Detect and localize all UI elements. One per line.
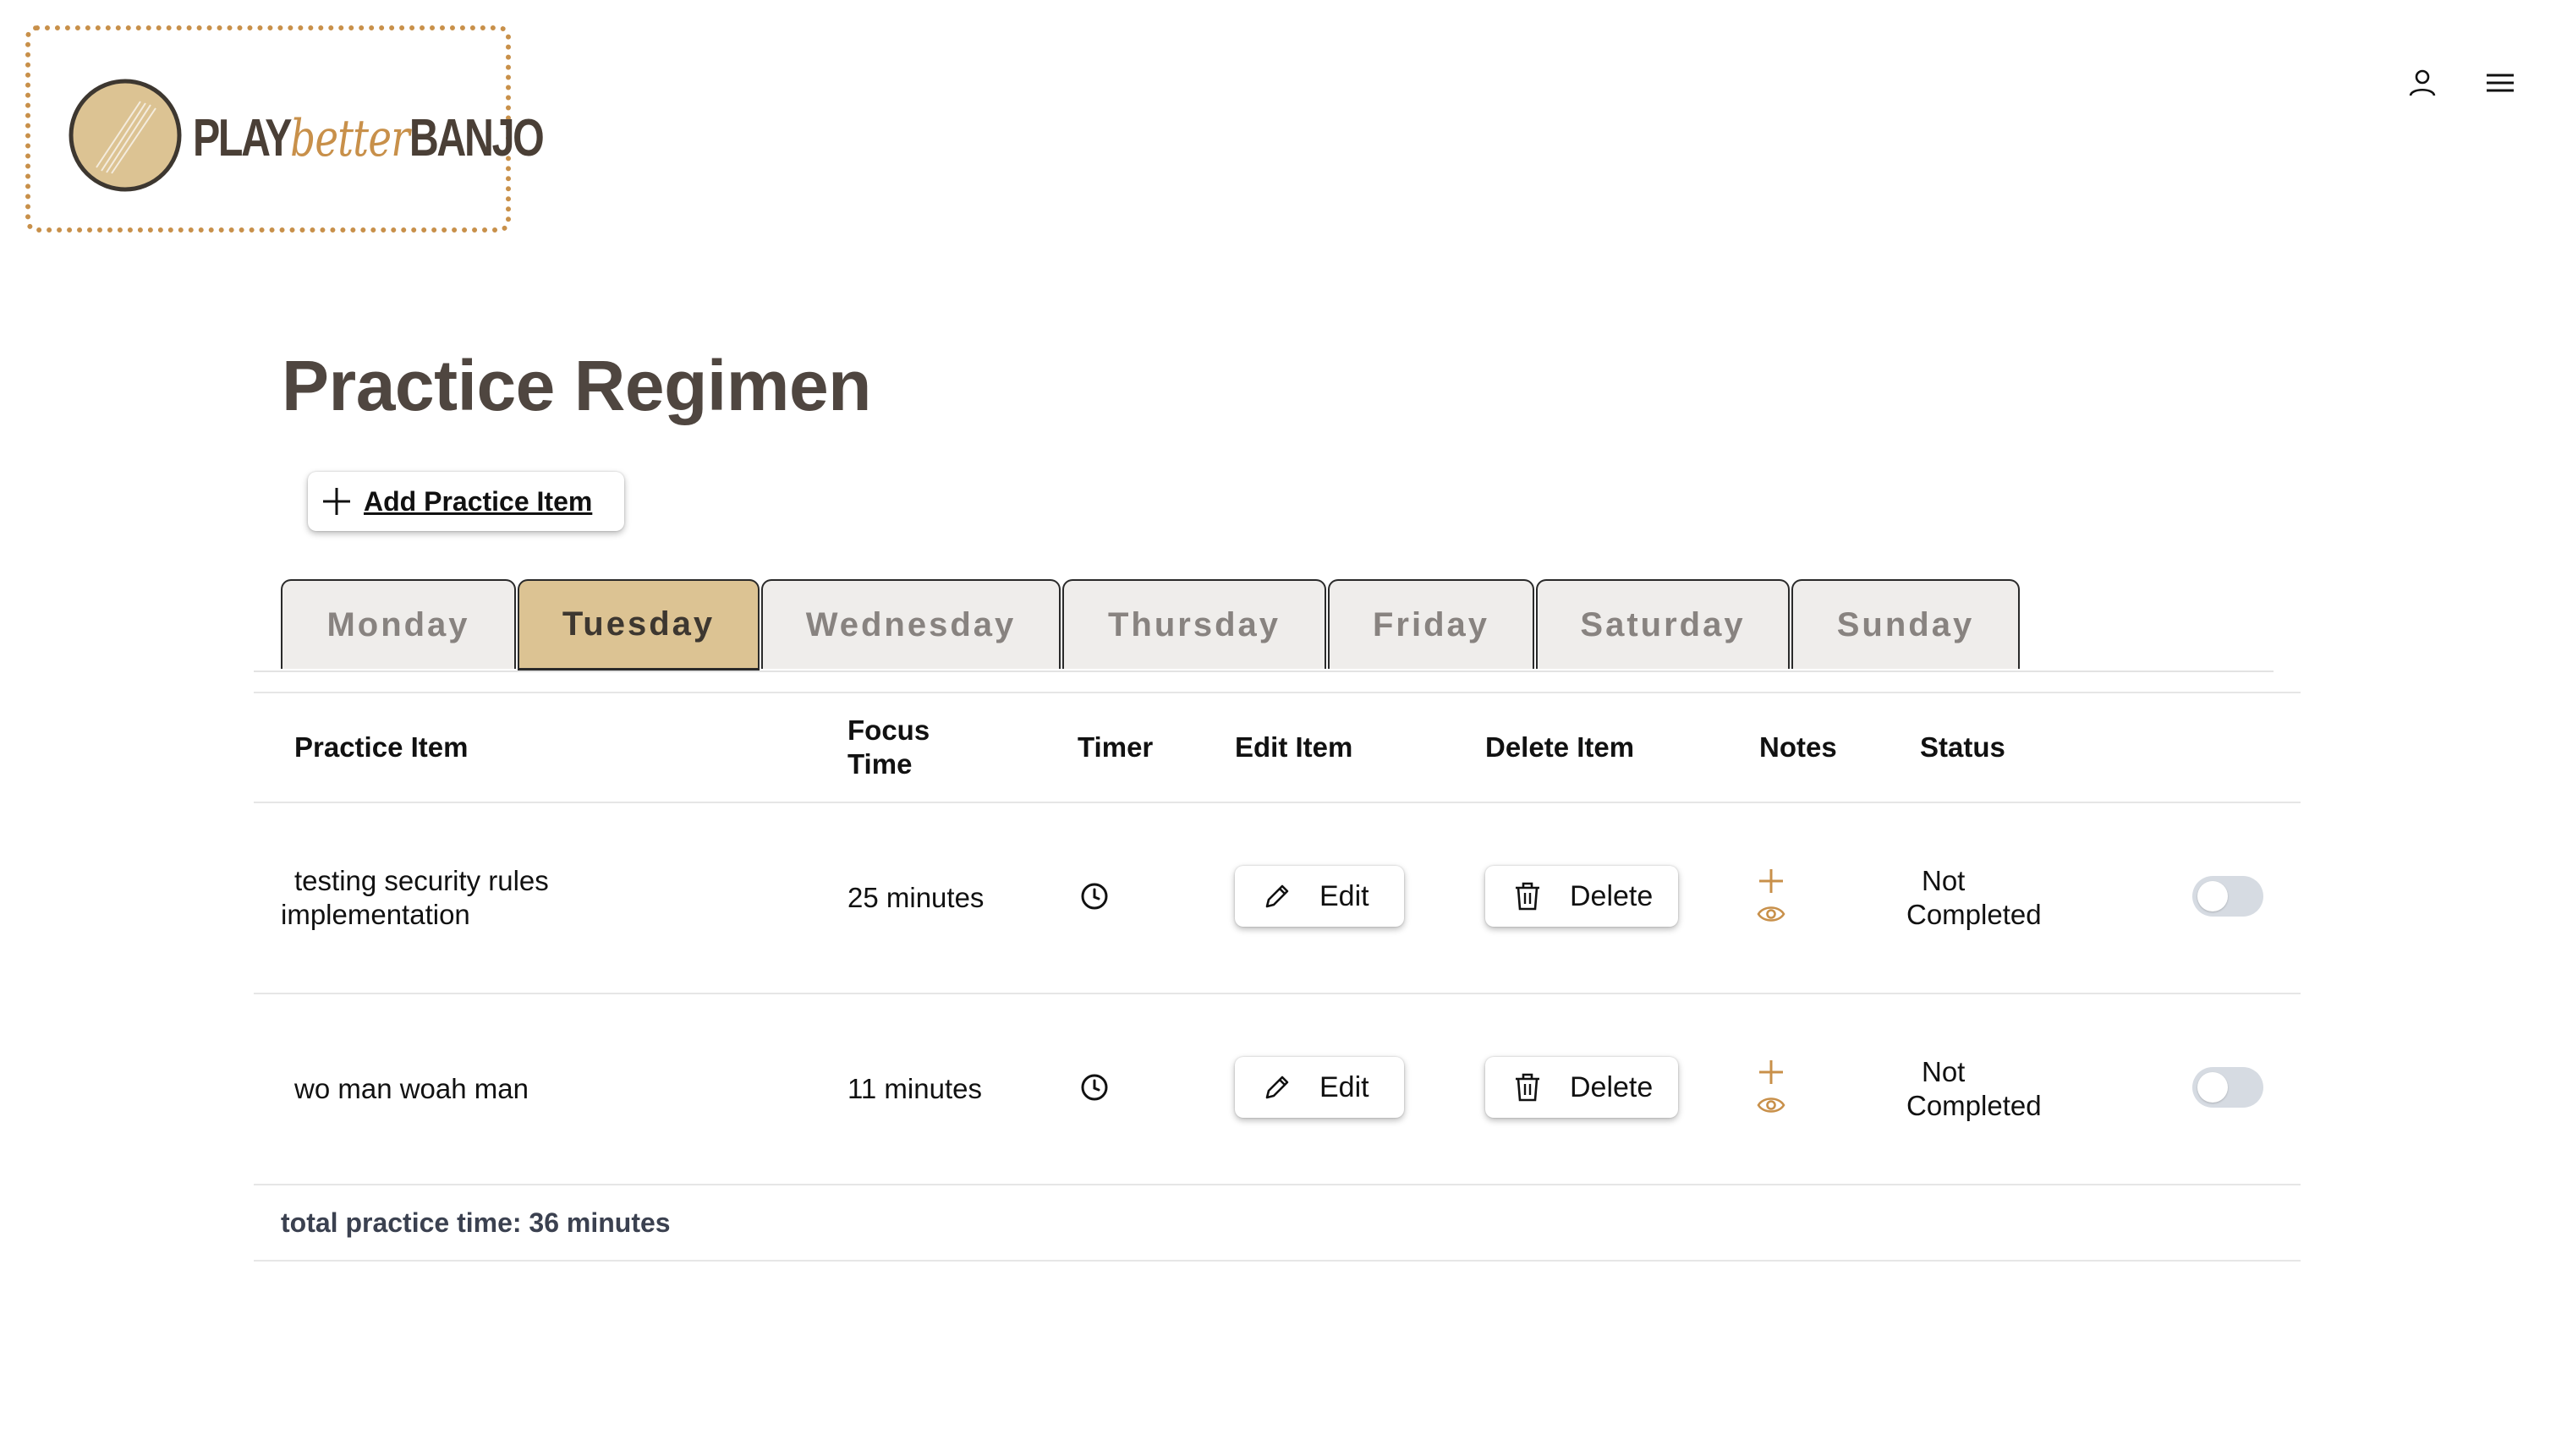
row-divider: [254, 993, 2301, 994]
add-practice-item-label: Add Practice Item: [364, 485, 593, 517]
add-note-plus-icon[interactable]: [1756, 1057, 1786, 1087]
focus-time: 25 minutes: [847, 882, 985, 913]
logo-container[interactable]: PLAYbetterBANJO: [25, 25, 545, 233]
add-practice-item-button[interactable]: Add Practice Item: [308, 472, 624, 531]
table-bottom-border: [254, 1260, 2301, 1262]
status-line2: Completed: [1906, 1090, 2042, 1121]
tab-saturday[interactable]: Saturday: [1536, 579, 1790, 669]
pencil-icon: [1265, 884, 1289, 908]
pencil-icon: [1265, 1076, 1289, 1099]
status-line2: Completed: [1906, 899, 2042, 930]
clock-icon[interactable]: [1079, 881, 1110, 911]
header-timer: Timer: [1078, 731, 1154, 763]
delete-button-label: Delete: [1570, 879, 1654, 912]
header-practice-item: Practice Item: [294, 731, 469, 763]
tab-monday[interactable]: Monday: [281, 579, 516, 669]
banjo-logo-icon: [69, 79, 182, 192]
completion-toggle[interactable]: [2192, 876, 2263, 917]
header-focus-time-line1: Focus: [847, 714, 930, 746]
header-focus-time: Focus Time: [847, 714, 930, 781]
add-note-plus-icon[interactable]: [1756, 866, 1786, 896]
edit-button[interactable]: Edit: [1235, 1057, 1404, 1118]
table-top-border: [254, 692, 2301, 693]
brand-word-better: better: [290, 109, 409, 168]
practice-item-name-line1: testing security rules: [294, 865, 549, 896]
focus-time: 11 minutes: [847, 1073, 982, 1104]
user-icon[interactable]: [2405, 66, 2439, 100]
edit-button-label: Edit: [1319, 879, 1369, 912]
header-notes: Notes: [1759, 731, 1837, 763]
tabs-divider: [254, 671, 2274, 672]
header-delete-item: Delete Item: [1485, 731, 1635, 763]
clock-icon[interactable]: [1079, 1072, 1110, 1103]
edit-button-label: Edit: [1319, 1070, 1369, 1103]
completion-toggle[interactable]: [2192, 1067, 2263, 1108]
total-practice-time: total practice time: 36 minutes: [281, 1207, 671, 1238]
view-notes-eye-icon[interactable]: [1756, 1092, 1786, 1118]
row-divider: [254, 1184, 2301, 1185]
brand-word-play: PLAY: [193, 109, 293, 167]
tab-thursday[interactable]: Thursday: [1062, 579, 1326, 669]
tab-friday[interactable]: Friday: [1328, 579, 1534, 669]
practice-item-name-line2: implementation: [281, 899, 470, 930]
plus-icon: [323, 488, 350, 515]
tab-tuesday[interactable]: Tuesday: [518, 579, 760, 671]
brand-word-banjo: BANJO: [409, 109, 545, 167]
delete-button[interactable]: Delete: [1485, 866, 1678, 927]
trash-icon: [1516, 882, 1539, 911]
status-line1: Not: [1922, 865, 1966, 896]
delete-button-label: Delete: [1570, 1070, 1654, 1103]
hamburger-menu-icon[interactable]: [2483, 66, 2517, 100]
day-tabs: Monday Tuesday Wednesday Thursday Friday…: [281, 579, 2021, 671]
edit-button[interactable]: Edit: [1235, 866, 1404, 927]
status-text: Not Completed: [1906, 864, 2042, 932]
header-edit-item: Edit Item: [1235, 731, 1353, 763]
practice-item-name: wo man woah man: [294, 1073, 529, 1104]
header-status: Status: [1920, 731, 2005, 763]
delete-button[interactable]: Delete: [1485, 1057, 1678, 1118]
practice-item-name: testing security rules implementation: [281, 864, 549, 932]
tab-wednesday[interactable]: Wednesday: [761, 579, 1061, 669]
toggle-knob: [2197, 881, 2228, 911]
status-text: Not Completed: [1906, 1055, 2042, 1123]
tab-sunday[interactable]: Sunday: [1791, 579, 2020, 669]
view-notes-eye-icon[interactable]: [1756, 901, 1786, 927]
header-focus-time-line2: Time: [847, 748, 913, 780]
toggle-knob: [2197, 1072, 2228, 1103]
trash-icon: [1516, 1073, 1539, 1102]
header-divider: [254, 802, 2301, 803]
status-line1: Not: [1922, 1056, 1966, 1087]
brand-wordmark: PLAYbetterBANJO: [193, 108, 545, 169]
page-title: Practice Regimen: [282, 346, 871, 425]
